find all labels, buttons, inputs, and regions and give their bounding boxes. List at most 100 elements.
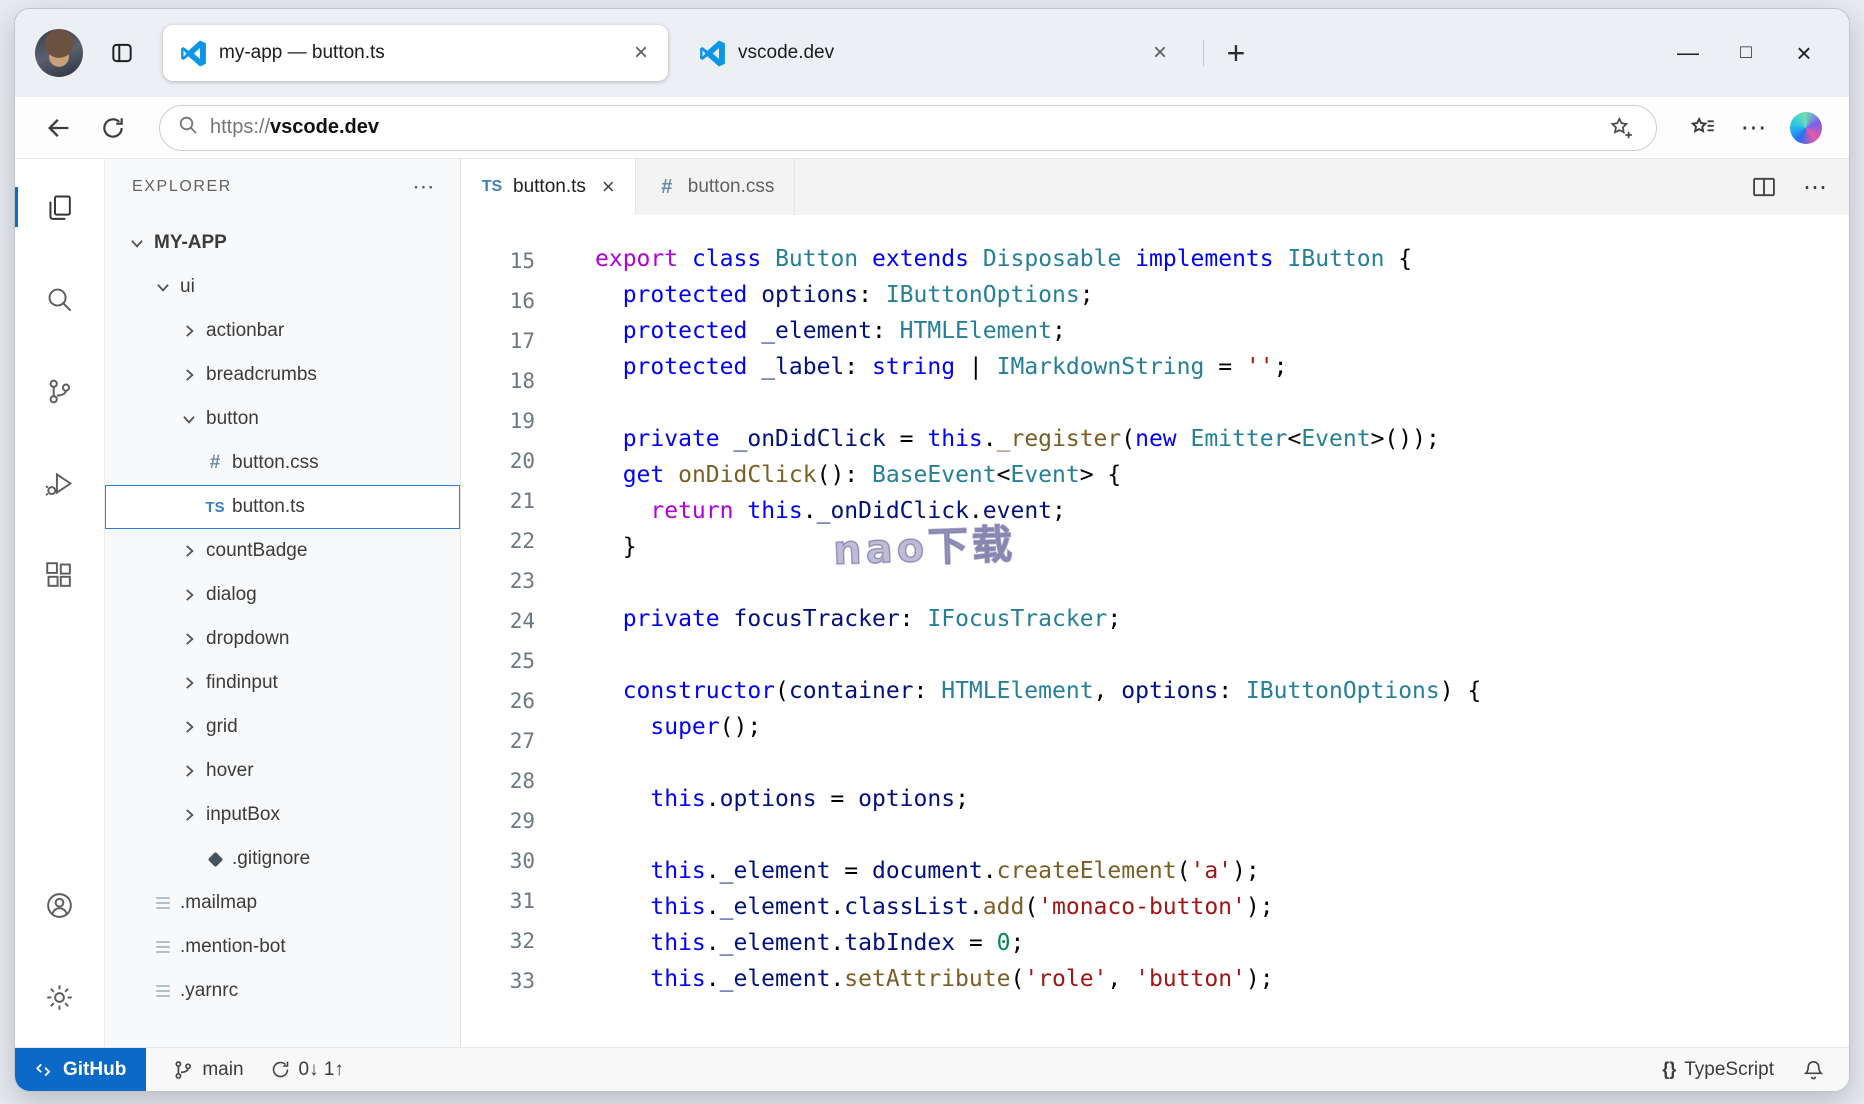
line-number: 30 — [509, 849, 535, 873]
tab-close-icon[interactable]: × — [1149, 41, 1171, 65]
activity-settings[interactable] — [15, 951, 104, 1043]
chevron-right-icon[interactable] — [178, 364, 200, 386]
chevron-down-icon[interactable] — [178, 408, 200, 430]
chevron-right-icon[interactable] — [178, 584, 200, 606]
code-line: constructor(container: HTMLElement, opti… — [622, 678, 1482, 704]
tree-item-button-css[interactable]: # button.css — [105, 441, 460, 485]
language-label: TypeScript — [1684, 1058, 1774, 1080]
code-editor[interactable]: export class Button extends Disposable i… — [549, 215, 1849, 1047]
file-icon — [152, 892, 174, 914]
language-indicator[interactable]: {} TypeScript — [1662, 1059, 1774, 1081]
split-editor-icon[interactable] — [1747, 170, 1781, 204]
editor-tab-button-css[interactable]: # button.css — [636, 159, 796, 215]
sync-indicator[interactable]: 0↓ 1↑ — [270, 1059, 344, 1081]
tree-item-countbadge[interactable]: countBadge — [105, 529, 460, 573]
tree-item-label: button.css — [232, 452, 319, 473]
line-number: 16 — [509, 289, 535, 313]
remote-indicator[interactable]: GitHub — [15, 1048, 147, 1091]
settings-more-button[interactable]: ⋯ — [1733, 107, 1775, 149]
tab-list: my-app — button.ts × vscode.dev × — [163, 25, 1187, 81]
profile-avatar[interactable] — [35, 29, 83, 77]
chevron-right-icon[interactable] — [178, 760, 200, 782]
editor-tab-bar: TS button.ts × # button.css ⋯ — [461, 159, 1849, 215]
line-number: 21 — [509, 489, 535, 513]
file-icon — [152, 936, 174, 958]
tree-item-label: dropdown — [206, 628, 290, 649]
code-line: super(); — [650, 714, 762, 740]
line-number: 31 — [509, 889, 535, 913]
tree-item-breadcrumbs[interactable]: breadcrumbs — [105, 353, 460, 397]
notifications-bell-icon[interactable] — [1802, 1058, 1825, 1081]
chevron-right-icon[interactable] — [178, 672, 200, 694]
sidebar-more-button[interactable]: ⋯ — [412, 174, 436, 200]
tree-item-actionbar[interactable]: actionbar — [105, 309, 460, 353]
tree-item-label: hover — [206, 760, 254, 781]
editor-tab-label: button.css — [687, 176, 775, 197]
activity-search[interactable] — [15, 253, 104, 345]
copilot-icon[interactable] — [1785, 107, 1827, 149]
minimize-button[interactable]: — — [1659, 25, 1717, 81]
activity-accounts[interactable] — [15, 859, 104, 951]
tree-item-label: breadcrumbs — [206, 364, 317, 385]
tree-item-inputbox[interactable]: inputBox — [105, 793, 460, 837]
search-icon — [48, 288, 72, 311]
tree-item-dropdown[interactable]: dropdown — [105, 617, 460, 661]
tree-item-mailmap[interactable]: .mailmap — [105, 881, 460, 925]
chevron-down-icon[interactable] — [126, 232, 148, 254]
workspaces-icon[interactable] — [101, 32, 143, 74]
refresh-button[interactable] — [91, 106, 135, 150]
favorites-icon[interactable] — [1681, 107, 1723, 149]
chevron-right-icon[interactable] — [178, 320, 200, 342]
code-line: export class Button extends Disposable i… — [595, 246, 1413, 272]
tree-item-label: findinput — [206, 672, 278, 693]
tree-item-dialog[interactable]: dialog — [105, 573, 460, 617]
editor-tab-button-ts[interactable]: TS button.ts × — [461, 159, 636, 215]
line-number: 23 — [509, 569, 535, 593]
add-favorite-icon[interactable] — [1600, 107, 1642, 149]
gear-icon — [47, 984, 72, 1010]
braces-icon: {} — [1662, 1059, 1677, 1079]
line-number: 27 — [509, 729, 535, 753]
activity-run-debug[interactable] — [15, 437, 104, 529]
tree-item-label: inputBox — [206, 804, 280, 825]
chevron-right-icon[interactable] — [178, 628, 200, 650]
tree-item-findinput[interactable]: findinput — [105, 661, 460, 705]
tree-item-grid[interactable]: grid — [105, 705, 460, 749]
tree-item-button[interactable]: button — [105, 397, 460, 441]
tab-close-icon[interactable]: × — [630, 41, 652, 65]
chevron-down-icon[interactable] — [152, 276, 174, 298]
remote-label: GitHub — [63, 1058, 127, 1080]
activity-extensions[interactable] — [15, 529, 104, 621]
branch-indicator[interactable]: main — [172, 1059, 244, 1081]
address-bar[interactable]: https://vscode.dev — [159, 104, 1657, 151]
browser-tab[interactable]: vscode.dev × — [682, 25, 1187, 81]
chevron-right-icon[interactable] — [178, 716, 200, 738]
back-button[interactable] — [37, 106, 81, 150]
tree-item-yarnrc[interactable]: .yarnrc — [105, 969, 460, 1013]
activity-explorer[interactable] — [15, 161, 104, 253]
code-line: this._element.classList.add('monaco-butt… — [650, 894, 1274, 920]
code-line: protected options: IButtonOptions; — [622, 282, 1094, 308]
tree-item-my-app[interactable]: MY-APP — [105, 221, 460, 265]
search-icon — [176, 113, 200, 142]
close-tab-icon[interactable]: × — [602, 176, 615, 198]
tree-item-hover[interactable]: hover — [105, 749, 460, 793]
chevron-right-icon[interactable] — [178, 804, 200, 826]
browser-tab[interactable]: my-app — button.ts × — [163, 25, 668, 81]
line-number-gutter: 15 16 17 18 19 20 21 22 23 24 25 26 27 28 29 30 31 32 33 — [461, 215, 549, 1047]
browser-tab-title: vscode.dev — [738, 42, 835, 63]
tree-item-gitignore[interactable]: .gitignore — [105, 837, 460, 881]
chevron-right-icon[interactable] — [178, 540, 200, 562]
editor-more-button[interactable]: ⋯ — [1803, 173, 1827, 202]
vscode-favicon — [179, 39, 207, 67]
code-line: protected _element: HTMLElement; — [622, 318, 1066, 344]
activity-source-control[interactable] — [15, 345, 104, 437]
vscode-app: EXPLORER ⋯ MY-APP ui actionbar breadcrumbs b… — [15, 159, 1849, 1091]
tree-item-button-ts[interactable]: TS button.ts — [105, 485, 460, 529]
tree-item-mention-bot[interactable]: .mention-bot — [105, 925, 460, 969]
tree-item-label: .yarnrc — [180, 980, 239, 1001]
close-window-button[interactable]: × — [1775, 25, 1833, 81]
maximize-button[interactable]: □ — [1717, 25, 1775, 81]
new-tab-button[interactable]: + — [1214, 31, 1258, 75]
tree-item-ui[interactable]: ui — [105, 265, 460, 309]
